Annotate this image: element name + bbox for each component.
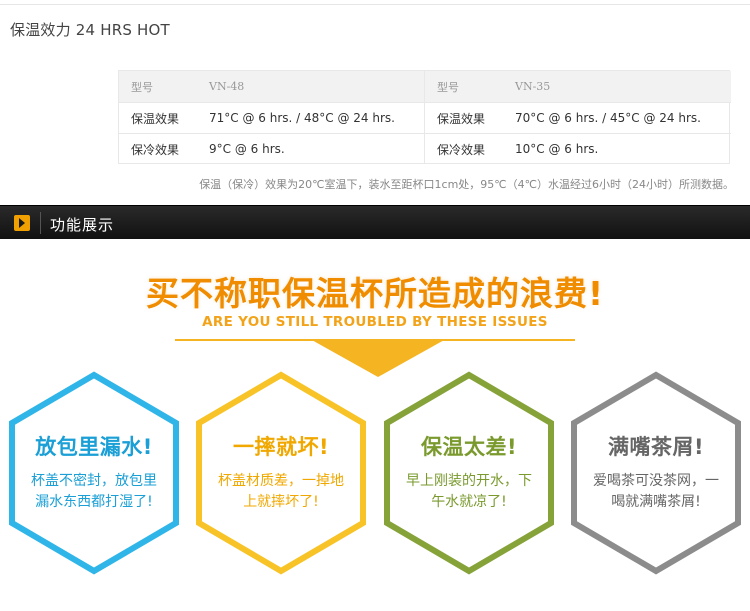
spec-header-row: 型号 VN-48 xyxy=(119,71,424,102)
issue-desc-line: 杯盖材质差，一掉地 xyxy=(218,473,344,489)
issue-desc-line: 爱喝茶可没茶网，一 xyxy=(593,473,719,489)
promo-subline: ARE YOU STILL TROUBLED BY THESE ISSUES xyxy=(202,314,548,330)
spec-row-value: 10°C @ 6 hrs. xyxy=(515,142,599,156)
spec-row-value: 9°C @ 6 hrs. xyxy=(209,142,285,156)
section-divider xyxy=(40,212,41,234)
spec-row-label: 保冷效果 xyxy=(437,142,486,157)
issue-title: 保温太差! xyxy=(420,435,518,459)
model-value: VN-48 xyxy=(209,80,245,93)
section-header: 功能展示 xyxy=(0,205,750,239)
spec-row-value: 71°C @ 6 hrs. / 48°C @ 24 hrs. xyxy=(209,111,395,125)
spec-row-label: 保温效果 xyxy=(437,111,486,126)
issue-title: 放包里漏水! xyxy=(35,435,153,459)
issue-title: 一摔就坏! xyxy=(232,435,330,459)
issue-desc-line: 喝就满嘴茶屑! xyxy=(611,494,701,510)
spec-footnote: 保温（保冷）效果为20℃室温下，装水至距杯口1cm处，95℃（4℃）水温经过6小… xyxy=(199,178,734,191)
section-title: 功能展示 xyxy=(50,216,115,234)
spec-row-keep-cold: 保冷效果 10°C @ 6 hrs. xyxy=(425,133,731,164)
issue-description: 杯盖材质差，一掉地 上就摔坏了! xyxy=(207,471,355,513)
top-divider xyxy=(0,4,750,5)
spec-column-left: 型号 VN-48 保温效果 71°C @ 6 hrs. / 48°C @ 24 … xyxy=(119,71,425,163)
spec-row-keep-warm: 保温效果 71°C @ 6 hrs. / 48°C @ 24 hrs. xyxy=(119,102,424,133)
model-label: 型号 xyxy=(131,80,153,94)
promo-headline: 买不称职保温杯所造成的浪费! xyxy=(145,274,605,313)
spec-header-row: 型号 VN-35 xyxy=(425,71,731,102)
issue-card-fragile: 一摔就坏! 杯盖材质差，一掉地 上就摔坏了! xyxy=(193,369,369,577)
model-value: VN-35 xyxy=(515,80,551,93)
spec-row-keep-warm: 保温效果 70°C @ 6 hrs. / 45°C @ 24 hrs. xyxy=(425,102,731,133)
issue-description: 杯盖不密封，放包里 漏水东西都打湿了! xyxy=(20,471,168,513)
issue-desc-line: 午水就凉了! xyxy=(431,494,507,510)
issue-card-tea-leaves: 满嘴茶屑! 爱喝茶可没茶网，一 喝就满嘴茶屑! xyxy=(568,369,744,577)
issue-card-poor-insulation: 保温太差! 早上刚装的开水，下 午水就凉了! xyxy=(381,369,557,577)
issue-card-leak: 放包里漏水! 杯盖不密封，放包里 漏水东西都打湿了! xyxy=(6,369,182,577)
issue-desc-line: 上就摔坏了! xyxy=(243,494,319,510)
spec-row-label: 保温效果 xyxy=(131,111,180,126)
issue-desc-line: 杯盖不密封，放包里 xyxy=(31,473,157,489)
spec-row-label: 保冷效果 xyxy=(131,142,180,157)
spec-title: 保温效力 24 HRS HOT xyxy=(10,21,170,39)
spec-column-right: 型号 VN-35 保温效果 70°C @ 6 hrs. / 45°C @ 24 … xyxy=(425,71,731,163)
promo-banner: 买不称职保温杯所造成的浪费! ARE YOU STILL TROUBLED BY… xyxy=(0,239,750,611)
spec-table: 型号 VN-48 保温效果 71°C @ 6 hrs. / 48°C @ 24 … xyxy=(118,70,731,164)
issue-desc-line: 早上刚装的开水，下 xyxy=(406,473,532,489)
chevron-right-icon xyxy=(14,215,30,231)
spec-row-keep-cold: 保冷效果 9°C @ 6 hrs. xyxy=(119,133,424,164)
issue-description: 爱喝茶可没茶网，一 喝就满嘴茶屑! xyxy=(582,471,730,513)
model-label: 型号 xyxy=(437,80,459,94)
spec-row-value: 70°C @ 6 hrs. / 45°C @ 24 hrs. xyxy=(515,111,701,125)
issue-description: 早上刚装的开水，下 午水就凉了! xyxy=(395,471,543,513)
issue-title: 满嘴茶屑! xyxy=(607,435,705,459)
issue-desc-line: 漏水东西都打湿了! xyxy=(35,494,153,510)
